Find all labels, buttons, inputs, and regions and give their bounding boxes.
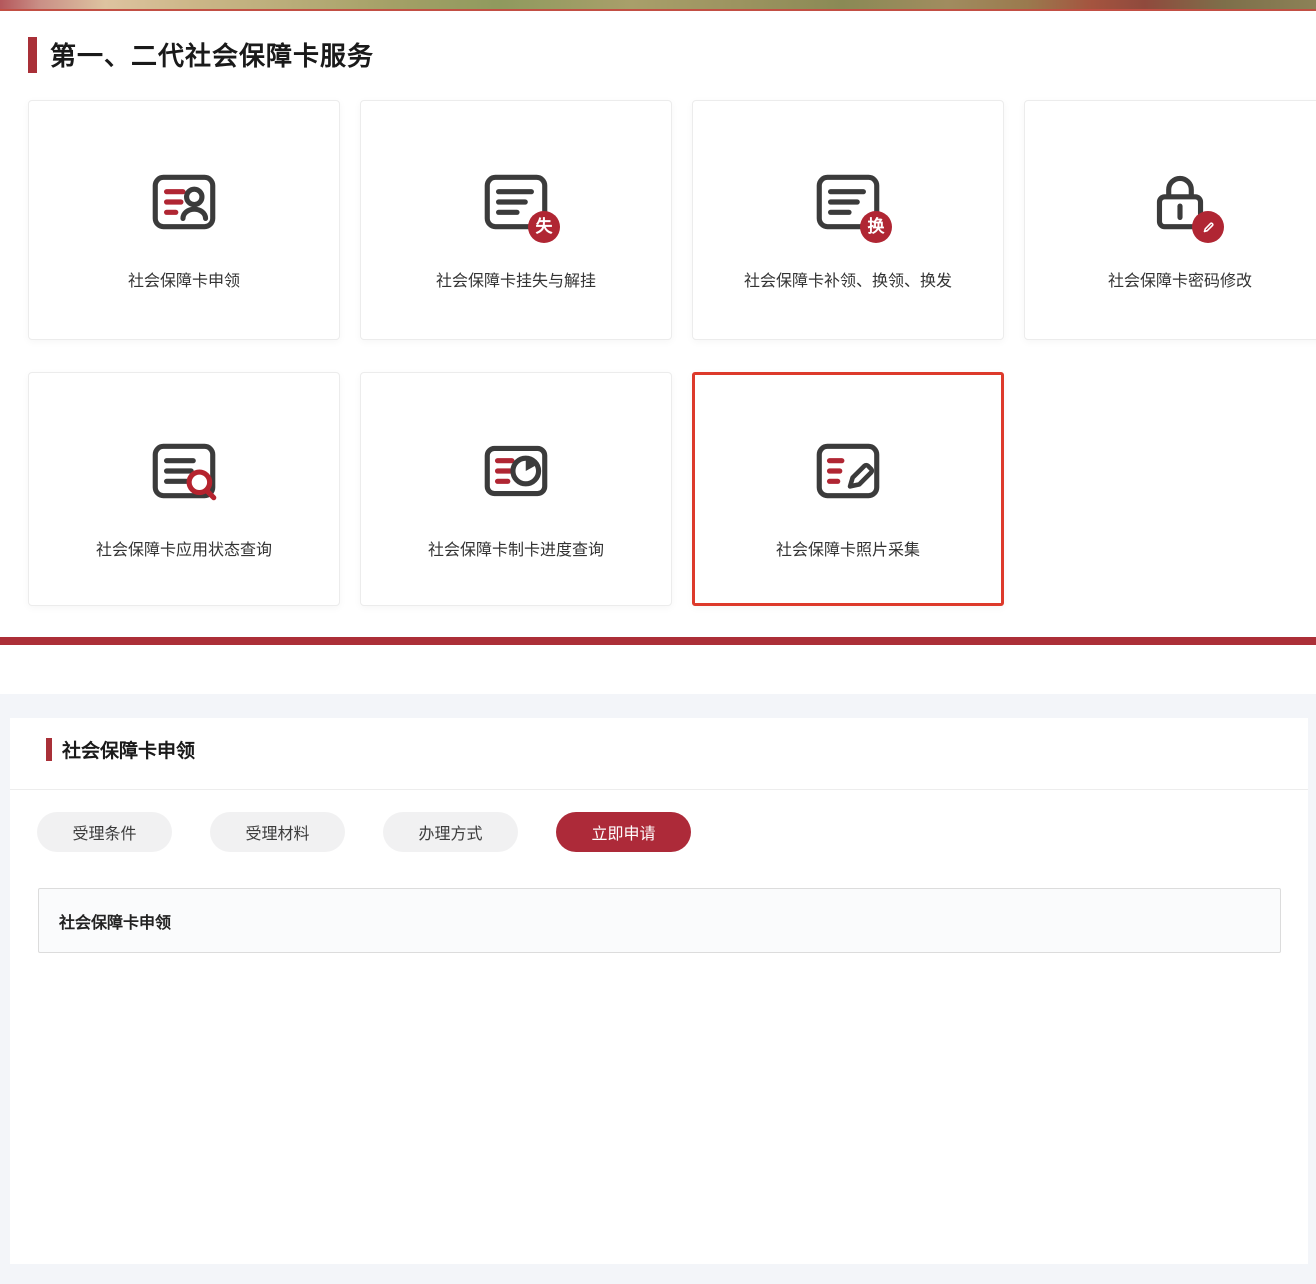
section-header: 第一、二代社会保障卡服务 [28,36,374,73]
header-photo-strip [0,0,1316,11]
service-card-label: 社会保障卡密码修改 [1108,267,1252,291]
service-card-progress-query[interactable]: 社会保障卡制卡进度查询 [360,372,672,606]
section-accent-bar [28,37,37,73]
service-card-photo-collect[interactable]: 社会保障卡照片采集 [692,372,1004,606]
detail-accent-bar [46,738,52,761]
replace-badge-icon: 换 [860,211,892,243]
section-divider [0,637,1316,645]
service-card-label: 社会保障卡申领 [128,267,240,291]
detail-tabs: 受理条件 受理材料 办理方式 立即申请 [37,812,691,852]
service-card-report-loss[interactable]: 失 社会保障卡挂失与解挂 [360,100,672,340]
service-card-label: 社会保障卡照片采集 [776,536,920,560]
service-card-label: 社会保障卡应用状态查询 [96,536,272,560]
service-card-replace[interactable]: 换 社会保障卡补领、换领、换发 [692,100,1004,340]
service-card-label: 社会保障卡补领、换领、换发 [744,267,952,291]
section-title: 第一、二代社会保障卡服务 [50,36,374,73]
card-photo-edit-icon [808,432,888,510]
tab-acceptance-conditions[interactable]: 受理条件 [37,812,172,852]
tab-required-materials[interactable]: 受理材料 [210,812,345,852]
content-section-box: 社会保障卡申领 [38,888,1281,953]
service-card-status-query[interactable]: 社会保障卡应用状态查询 [28,372,340,606]
detail-panel: 社会保障卡申领 受理条件 受理材料 办理方式 立即申请 社会保障卡申领 [0,694,1316,1284]
tab-handling-method[interactable]: 办理方式 [383,812,518,852]
detail-title: 社会保障卡申领 [62,736,195,763]
detail-header-divider [10,789,1308,790]
card-progress-clock-icon [476,432,556,510]
service-card-label: 社会保障卡制卡进度查询 [428,536,604,560]
detail-card: 社会保障卡申领 受理条件 受理材料 办理方式 立即申请 社会保障卡申领 [10,718,1308,1264]
id-card-person-icon [144,163,224,241]
service-card-apply[interactable]: 社会保障卡申领 [28,100,340,340]
page: 第一、二代社会保障卡服务 社会保障卡申领 失 社会保障卡挂失与 [0,0,1316,1284]
pencil-badge-icon [1192,211,1224,243]
loss-badge-icon: 失 [528,211,560,243]
card-status-search-icon [144,432,224,510]
content-section-heading: 社会保障卡申领 [59,909,171,933]
service-card-password[interactable]: 社会保障卡密码修改 [1024,100,1316,340]
service-card-label: 社会保障卡挂失与解挂 [436,267,596,291]
detail-header: 社会保障卡申领 [46,736,195,763]
tab-apply-now[interactable]: 立即申请 [556,812,691,852]
